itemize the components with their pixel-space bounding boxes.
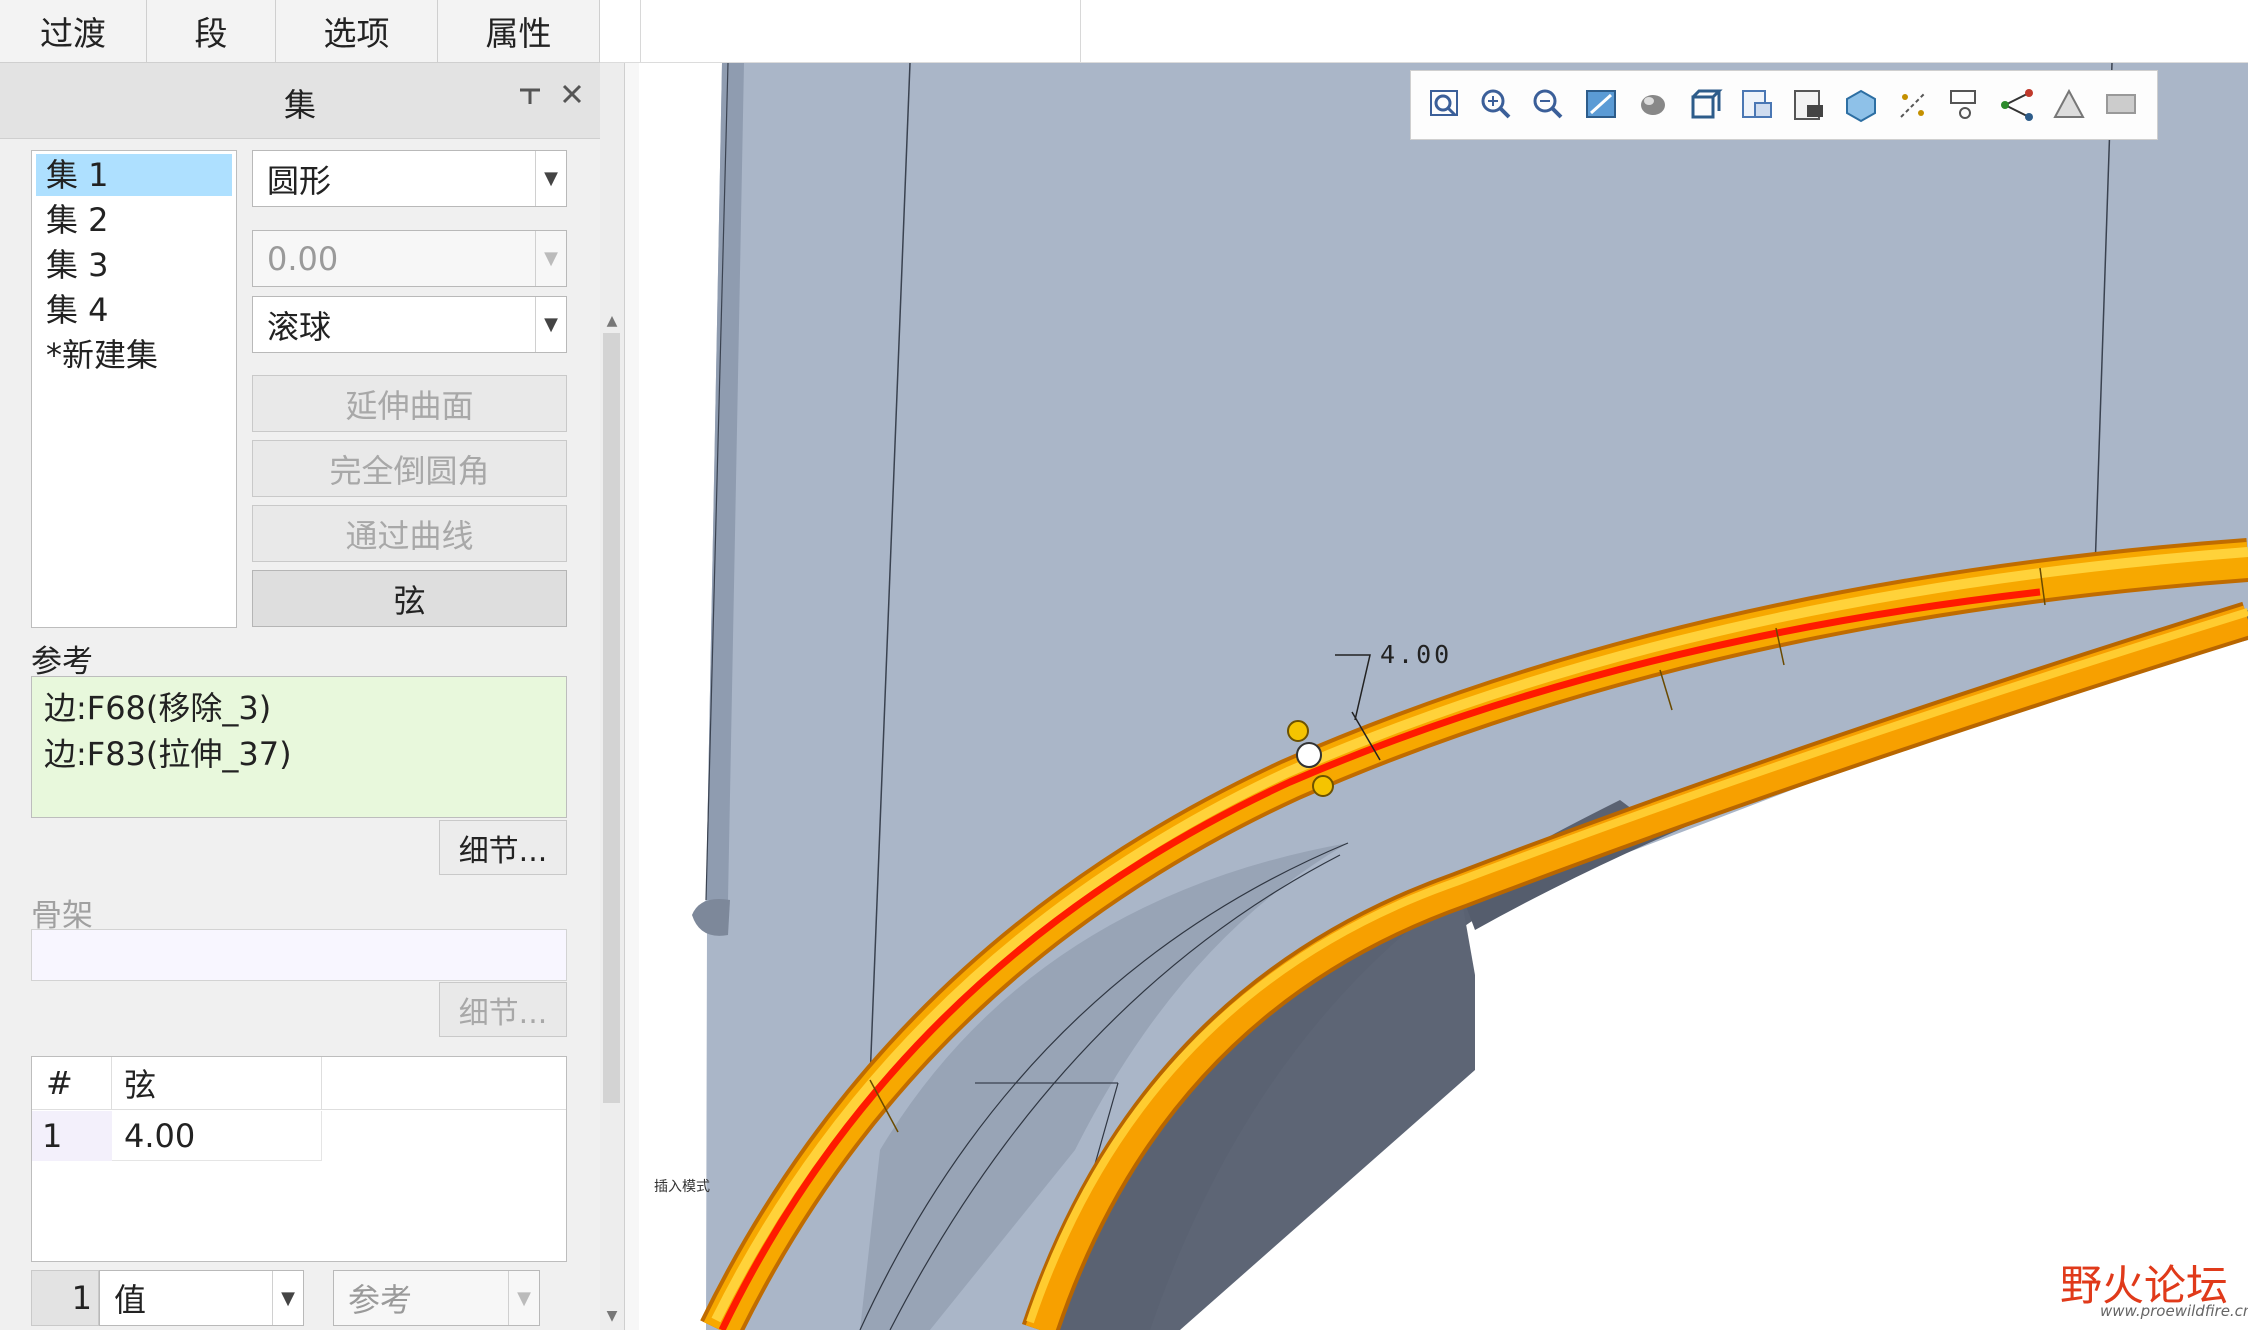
method-dropdown-value: 滚球 — [267, 307, 332, 346]
tab-options[interactable]: 选项 — [276, 0, 438, 62]
side-strip — [625, 63, 639, 1330]
chevron-down-icon: ▼ — [535, 231, 566, 286]
graphics-viewport[interactable] — [640, 63, 2248, 1330]
appearance-icon[interactable] — [2097, 81, 2145, 129]
datum-display-icon[interactable] — [1837, 81, 1885, 129]
csys-display-icon[interactable] — [1993, 81, 2041, 129]
tab-segments[interactable]: 段 — [147, 0, 276, 62]
scroll-up-icon[interactable]: ▲ — [600, 313, 624, 331]
tab-bar: 过渡 段 选项 属性 — [0, 0, 600, 63]
panel-scrollbar[interactable]: ▲ ▼ — [600, 63, 625, 1330]
radius-table: # 弦 1 4.00 — [31, 1056, 567, 1262]
references-label: 参考 — [31, 644, 93, 680]
reference-item[interactable]: 边:F83(拉伸_37) — [44, 729, 292, 775]
refit-icon[interactable] — [1421, 81, 1469, 129]
tab-properties[interactable]: 属性 — [438, 0, 600, 62]
top-divider — [1080, 0, 1081, 62]
annotation-display-icon[interactable] — [1889, 81, 1937, 129]
value-type-dropdown[interactable]: 值 ▼ — [99, 1270, 304, 1326]
skeleton-collector — [31, 929, 567, 981]
shape-dropdown[interactable]: 圆形 ▼ — [252, 150, 567, 207]
point-display-icon[interactable] — [1941, 81, 1989, 129]
repaint-icon[interactable] — [1577, 81, 1625, 129]
tab-transitions[interactable]: 过渡 — [0, 0, 147, 62]
through-curve-button[interactable]: 通过曲线 — [252, 505, 567, 562]
panel-title: 集 — [283, 86, 316, 124]
table-header-number: # — [32, 1057, 112, 1110]
chevron-down-icon: ▼ — [272, 1271, 303, 1325]
bottom-index: 1 — [31, 1270, 99, 1326]
list-item-set-3[interactable]: 集 3 — [36, 244, 232, 286]
display-style-icon[interactable] — [1629, 81, 1677, 129]
scroll-down-icon[interactable]: ▼ — [600, 1308, 624, 1326]
saved-orientations-icon[interactable] — [1681, 81, 1729, 129]
list-item-set-4[interactable]: 集 4 — [36, 289, 232, 331]
zoom-in-icon[interactable] — [1473, 81, 1521, 129]
chevron-down-icon: ▼ — [535, 151, 566, 206]
list-item-set-1[interactable]: 集 1 — [36, 154, 232, 196]
method-dropdown[interactable]: 滚球 ▼ — [252, 296, 567, 353]
extend-surfaces-button[interactable]: 延伸曲面 — [252, 375, 567, 432]
perspective-icon[interactable] — [1785, 81, 1833, 129]
value-dropdown: 0.00 ▼ — [252, 230, 567, 287]
reference-item[interactable]: 边:F68(移除_3) — [44, 683, 271, 729]
spin-center-icon[interactable] — [2045, 81, 2093, 129]
value-type-dropdown-value: 值 — [114, 1281, 147, 1319]
list-item-set-2[interactable]: 集 2 — [36, 199, 232, 241]
dimension-label[interactable]: 4.00 — [1380, 640, 1452, 669]
watermark-url: www.proewildfire.cn — [2100, 1302, 2248, 1320]
skeleton-details-button: 细节... — [439, 982, 567, 1037]
scroll-thumb[interactable] — [603, 333, 620, 1103]
chevron-down-icon: ▼ — [535, 297, 566, 352]
value-dropdown-value: 0.00 — [267, 239, 339, 278]
view-manager-icon[interactable] — [1733, 81, 1781, 129]
table-header-chord: 弦 — [112, 1057, 322, 1110]
chevron-down-icon: ▼ — [508, 1271, 539, 1325]
references-collector[interactable]: 边:F68(移除_3) 边:F83(拉伸_37) — [31, 676, 567, 818]
reference-dropdown: 参考 ▼ — [333, 1270, 540, 1326]
details-button[interactable]: 细节... — [439, 820, 567, 875]
zoom-out-icon[interactable] — [1525, 81, 1573, 129]
table-row-number: 1 — [32, 1111, 112, 1161]
shape-dropdown-value: 圆形 — [267, 161, 332, 200]
pin-icon[interactable] — [516, 82, 544, 117]
model-view — [692, 63, 2248, 1330]
table-header-empty — [322, 1057, 566, 1110]
chordal-button[interactable]: 弦 — [252, 570, 567, 627]
full-round-button[interactable]: 完全倒圆角 — [252, 440, 567, 497]
top-strip — [600, 0, 2248, 63]
list-item-new-set[interactable]: *新建集 — [36, 334, 232, 376]
graphics-toolbar — [1410, 70, 2158, 140]
top-divider — [640, 0, 641, 62]
set-list: 集 1 集 2 集 3 集 4 *新建集 — [31, 150, 237, 628]
close-icon[interactable] — [558, 80, 586, 115]
table-cell-value[interactable]: 4.00 — [112, 1111, 322, 1161]
reference-dropdown-value: 参考 — [348, 1281, 413, 1319]
insert-mode-label: 插入模式 — [654, 1179, 710, 1195]
